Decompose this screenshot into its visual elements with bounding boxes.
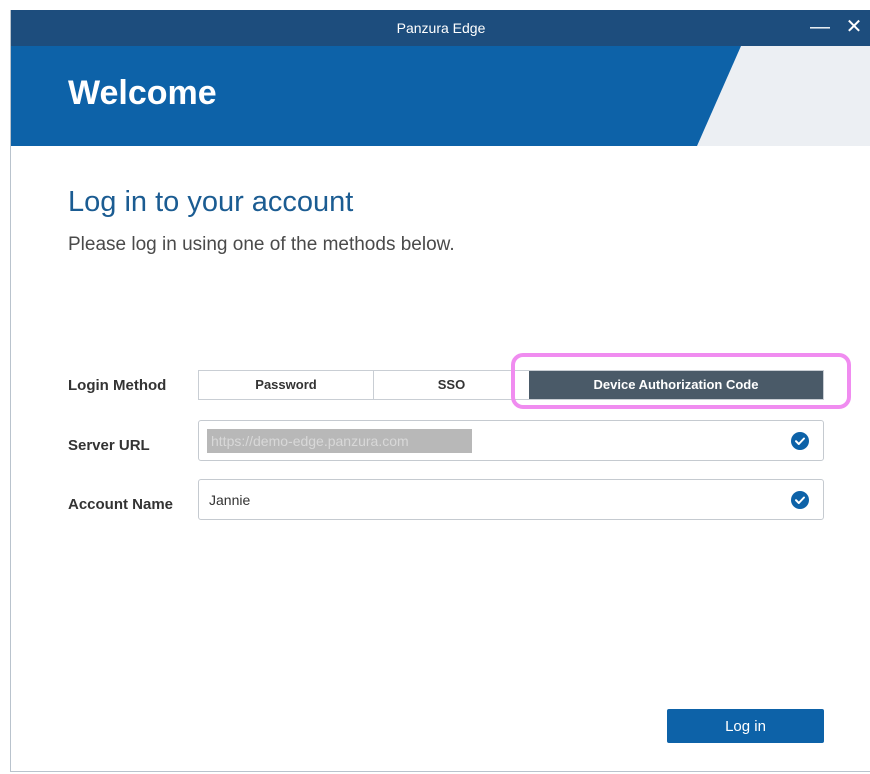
account-name-field (198, 479, 824, 520)
app-window: Panzura Edge — ✕ Welcome Log in to your … (10, 10, 870, 772)
server-url-field (198, 420, 824, 461)
method-sso-option[interactable]: SSO (374, 371, 529, 399)
method-device-authorization-code-option[interactable]: Device Authorization Code (529, 371, 823, 399)
account-name-valid-check-icon (791, 491, 809, 509)
minimize-button[interactable]: — (805, 10, 835, 46)
page-title: Log in to your account (68, 186, 354, 218)
method-password-option[interactable]: Password (199, 371, 374, 399)
login-method-label: Login Method (68, 377, 167, 394)
title-bar: Panzura Edge — ✕ (11, 10, 870, 46)
server-url-label: Server URL (68, 437, 150, 454)
account-name-input[interactable] (209, 488, 769, 512)
window-title: Panzura Edge (396, 20, 486, 36)
server-url-valid-check-icon (791, 432, 809, 450)
login-method-selector: Password SSO Device Authorization Code (198, 370, 824, 400)
welcome-title: Welcome (68, 74, 217, 112)
close-button[interactable]: ✕ (839, 10, 869, 46)
login-button[interactable]: Log in (667, 709, 824, 743)
account-name-label: Account Name (68, 496, 174, 513)
page-subtitle: Please log in using one of the methods b… (68, 234, 455, 255)
server-url-input[interactable] (207, 429, 472, 453)
welcome-banner: Welcome (11, 46, 870, 146)
